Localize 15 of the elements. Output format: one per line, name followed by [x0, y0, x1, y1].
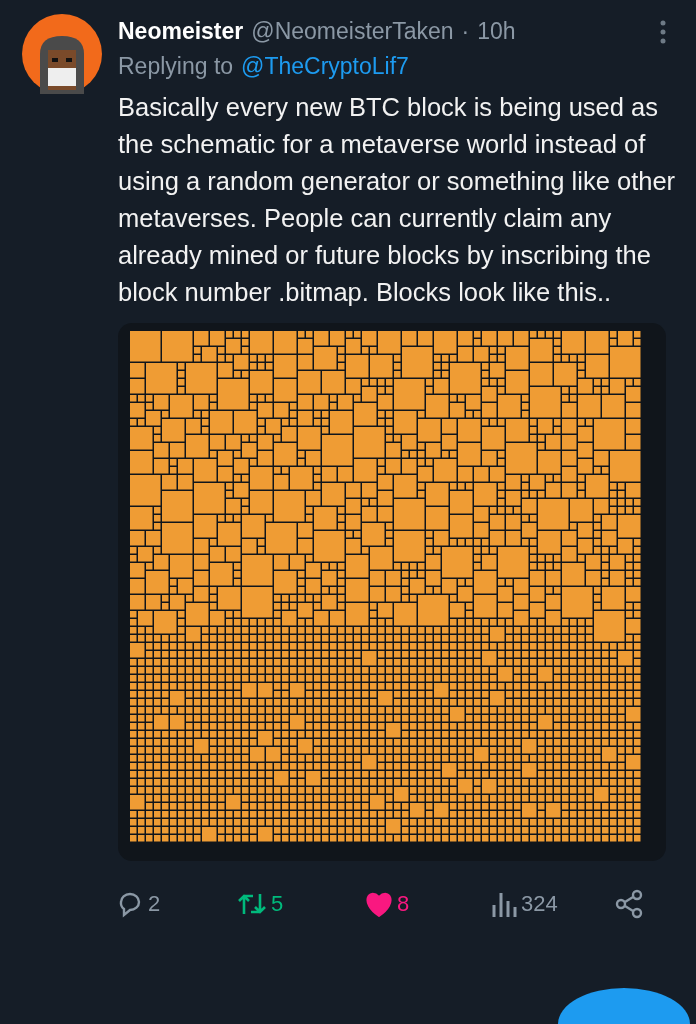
heart-icon	[365, 890, 393, 917]
reply-label: Replying to	[118, 51, 234, 81]
post-time: 10h	[477, 17, 516, 46]
reply-action[interactable]: 2	[116, 887, 237, 920]
like-action[interactable]: 8	[365, 887, 491, 920]
views-action[interactable]: 324	[491, 887, 615, 920]
separator-dot: ·	[461, 17, 470, 46]
bar-chart-icon	[491, 890, 517, 917]
author-name[interactable]: Neomeister	[118, 14, 244, 49]
post-text: Basically every new BTC block is being used as the schematic for a metaverse world instead of using a random generator or something like other metaverses. People can currently claim any already mined or future blocks by inscribing the block number .bitmap. Blocks look like this..	[118, 92, 677, 308]
retweet-action[interactable]: 5	[237, 887, 365, 920]
mention-link[interactable]: @TheCryptoLif7	[241, 48, 409, 83]
more-icon[interactable]	[660, 19, 666, 44]
share-icon	[615, 888, 643, 919]
author-handle[interactable]: @NeomeisterTaken	[251, 14, 454, 49]
